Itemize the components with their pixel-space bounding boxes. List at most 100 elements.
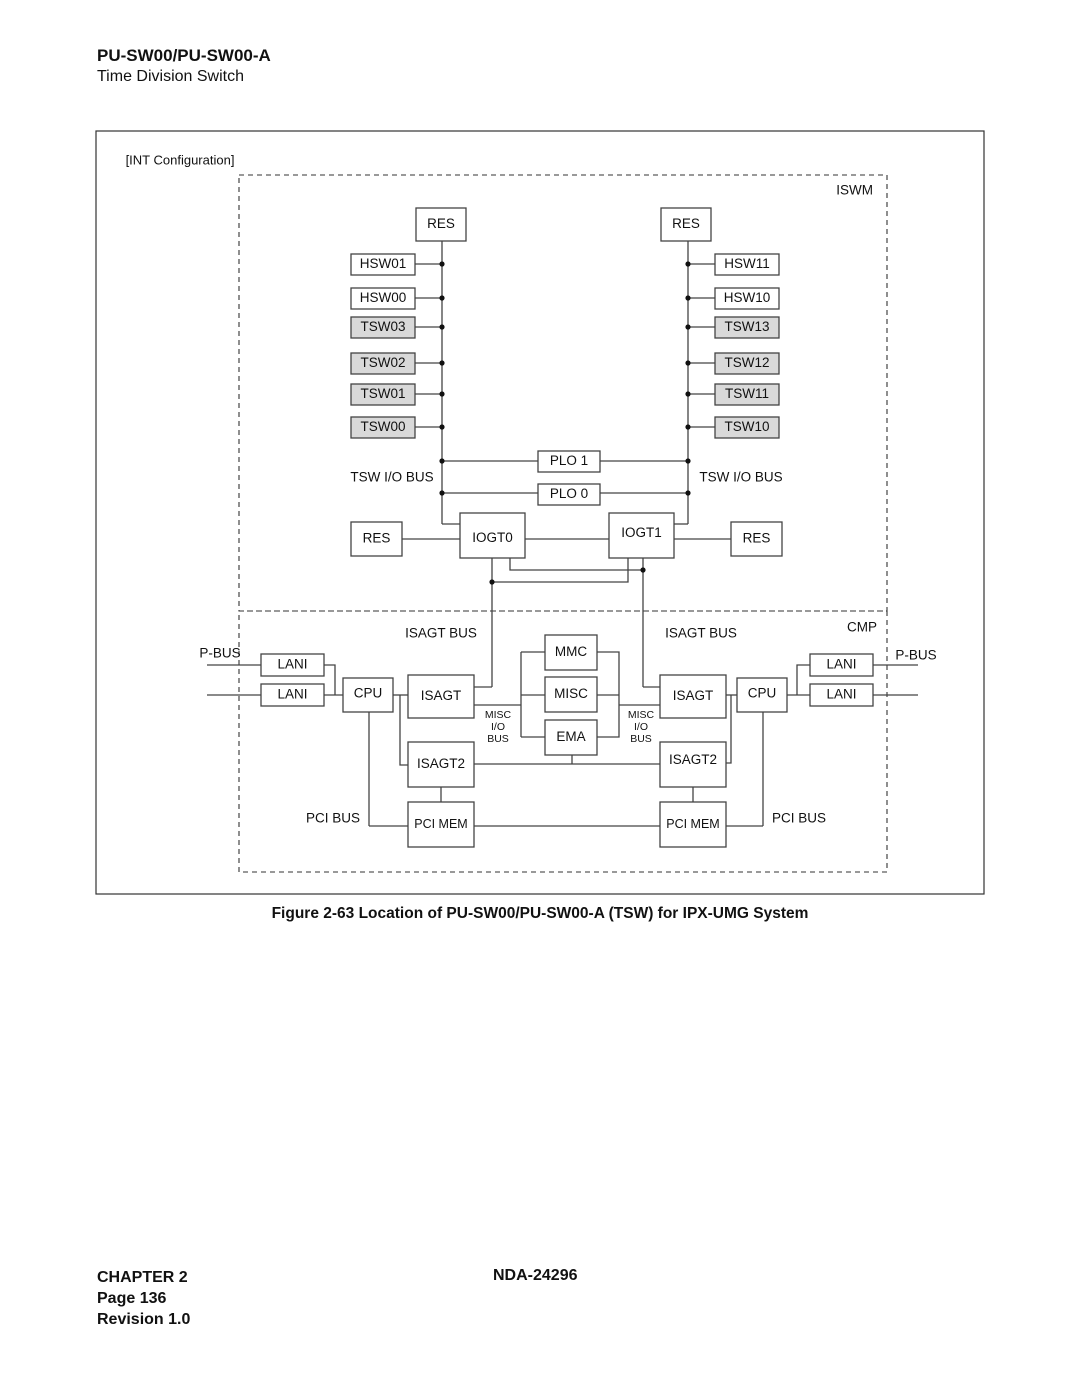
config-label: [INT Configuration]: [126, 152, 235, 167]
misc-io-bus-right-label: I/O: [634, 721, 648, 733]
mmc: MMC: [544, 634, 598, 671]
misc: MISC: [544, 676, 598, 713]
iogt1-label: IOGT1: [621, 525, 662, 540]
slot-tsw01: TSW01: [350, 383, 416, 406]
connector-line: [796, 664, 810, 695]
lani-right-1: LANI: [809, 653, 874, 677]
lani-left-2-label: LANI: [277, 687, 307, 702]
slot-tsw00-label: TSW00: [360, 419, 405, 434]
pci-mem-left: PCI MEM: [407, 801, 475, 848]
slot-hsw01: HSW01: [350, 253, 416, 276]
slot-hsw11-label: HSW11: [724, 256, 770, 271]
junction-dot: [489, 579, 495, 585]
pci-bus-right-label: PCI BUS: [772, 811, 826, 826]
slot-tsw02-label: TSW02: [360, 355, 405, 370]
junction-dot: [439, 295, 445, 301]
figure-caption: Figure 2-63 Location of PU-SW00/PU-SW00-…: [271, 905, 809, 922]
connector-line: [399, 695, 408, 766]
isagt2-left: ISAGT2: [407, 741, 475, 788]
tsw-io-bus-left-label: TSW I/O BUS: [350, 470, 433, 485]
misc-io-bus-left-label: MISC: [485, 709, 512, 721]
slot-tsw00: TSW00: [350, 416, 416, 439]
slot-tsw11: TSW11: [714, 383, 780, 406]
misc-io-bus-right-label: MISC: [628, 709, 655, 721]
slot-hsw00: HSW00: [350, 287, 416, 310]
lani-right-2: LANI: [809, 683, 874, 707]
res-right-top-label: RES: [672, 216, 700, 231]
junction-dot: [685, 261, 691, 267]
cpu-left: CPU: [342, 677, 394, 713]
lani-right-2-label: LANI: [826, 687, 856, 702]
ema-label: EMA: [556, 729, 585, 744]
slot-hsw00-label: HSW00: [360, 290, 407, 305]
slot-tsw01-label: TSW01: [360, 386, 405, 401]
slot-hsw11: HSW11: [714, 253, 780, 276]
figure-frame: [95, 130, 985, 895]
slot-tsw02: TSW02: [350, 352, 416, 375]
pci-mem-right-label: PCI MEM: [666, 817, 719, 831]
junction-dot: [439, 360, 445, 366]
isagt-bus-right-label: ISAGT BUS: [665, 626, 737, 641]
footer-left: CHAPTER 2 Page 136 Revision 1.0: [97, 1267, 190, 1330]
junction-dot: [685, 360, 691, 366]
mmc-label: MMC: [555, 644, 587, 659]
connector-line: [324, 664, 336, 695]
ema: EMA: [544, 719, 598, 756]
footer-page: Page 136: [97, 1290, 167, 1307]
isagt-left-label: ISAGT: [421, 688, 462, 703]
connector-line: [726, 695, 732, 764]
footer-revision: Revision 1.0: [97, 1311, 191, 1328]
res-right-top: RES: [660, 207, 712, 242]
cpu-right: CPU: [736, 677, 788, 713]
iswm-label: ISWM: [836, 183, 873, 198]
isagt-bus-left-label: ISAGT BUS: [405, 626, 477, 641]
isagt-left: ISAGT: [407, 674, 475, 719]
junction-dot: [439, 324, 445, 330]
junction-dot: [685, 458, 691, 464]
res-left-top-label: RES: [427, 216, 455, 231]
lani-left-1: LANI: [260, 653, 325, 677]
slot-tsw12-label: TSW12: [724, 355, 769, 370]
pci-bus-left-label: PCI BUS: [306, 811, 360, 826]
connector-line: [509, 558, 643, 571]
isagt2-left-label: ISAGT2: [417, 756, 465, 771]
slot-tsw10-label: TSW10: [724, 419, 769, 434]
misc-label: MISC: [554, 686, 588, 701]
p-bus-right-label: P-BUS: [895, 648, 936, 663]
isagt2-right-label: ISAGT2: [669, 752, 717, 767]
junction-dot: [439, 424, 445, 430]
plo-1: PLO 1: [537, 450, 601, 473]
iogt1: IOGT1: [608, 512, 675, 559]
misc-io-bus-left-label: I/O: [491, 721, 505, 733]
junction-dot: [439, 490, 445, 496]
junction-dot: [439, 391, 445, 397]
footer-doc-number: NDA-24296: [493, 1267, 578, 1284]
misc-io-bus-left-label: BUS: [487, 733, 509, 745]
junction-dot: [439, 458, 445, 464]
slot-tsw11-label: TSW11: [725, 386, 769, 401]
slot-tsw13: TSW13: [714, 316, 780, 339]
iogt0: IOGT0: [459, 512, 526, 559]
isagt-right-label: ISAGT: [673, 688, 714, 703]
isagt-right: ISAGT: [659, 674, 727, 719]
res-left-label: RES: [363, 531, 391, 546]
junction-dot: [640, 567, 646, 573]
plo-0-label: PLO 0: [550, 486, 588, 501]
plo-1-label: PLO 1: [550, 453, 588, 468]
cpu-left-label: CPU: [354, 686, 383, 701]
pci-mem-left-label: PCI MEM: [414, 817, 467, 831]
misc-io-bus-right-label: BUS: [630, 733, 652, 745]
cmp-label: CMP: [847, 620, 877, 635]
lani-left-1-label: LANI: [277, 657, 307, 672]
junction-dot: [685, 424, 691, 430]
junction-dot: [439, 261, 445, 267]
isagt2-right: ISAGT2: [659, 741, 727, 788]
lani-left-2: LANI: [260, 683, 325, 707]
cpu-right-label: CPU: [748, 686, 777, 701]
slot-tsw03-label: TSW03: [360, 319, 405, 334]
tsw-io-bus-right-label: TSW I/O BUS: [699, 470, 782, 485]
junction-dot: [685, 490, 691, 496]
pci-mem-right: PCI MEM: [659, 801, 727, 848]
res-right-label: RES: [743, 531, 771, 546]
slot-hsw01-label: HSW01: [360, 256, 407, 271]
